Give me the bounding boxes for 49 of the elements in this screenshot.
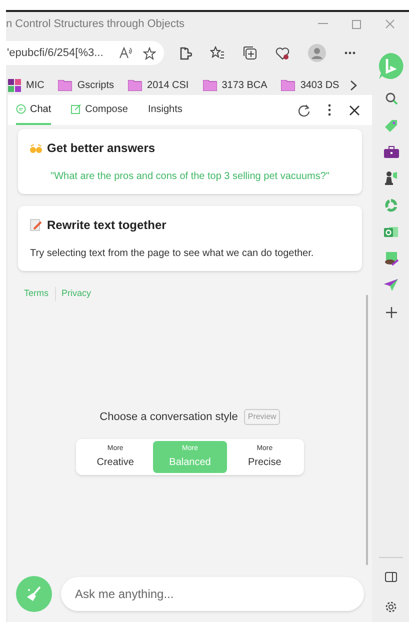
heart-icon[interactable] <box>275 46 290 60</box>
refresh-icon[interactable] <box>297 104 310 116</box>
plus-icon[interactable] <box>386 307 396 318</box>
url-text: 'epubcfi/6/254[%3... <box>7 46 104 61</box>
puzzle-icon[interactable] <box>178 46 192 60</box>
panel-tab[interactable]: Compose <box>71 95 128 125</box>
edit-icon <box>71 104 82 114</box>
broom-icon <box>25 585 43 603</box>
memo-icon <box>30 219 42 231</box>
more-icon[interactable] <box>344 51 356 55</box>
window-title: n Control Structures through Objects <box>6 16 185 32</box>
folder-icon <box>202 80 217 90</box>
chevron-right-icon[interactable] <box>350 80 357 90</box>
bookmark[interactable]: Gscripts <box>58 78 114 92</box>
bookmark[interactable]: 2014 CSI <box>128 78 189 92</box>
style-label: Choose a conversation style <box>100 410 238 424</box>
close-icon[interactable] <box>349 104 360 116</box>
apps-icon <box>8 78 21 92</box>
chess-piece-icon[interactable] <box>384 171 398 185</box>
raised-hands-icon <box>30 142 42 154</box>
panel-tab[interactable]: Chat <box>16 95 52 125</box>
folder-icon <box>281 80 296 90</box>
bookmark[interactable]: 3403 DS <box>281 78 340 92</box>
send-icon[interactable] <box>384 279 398 291</box>
bookmark[interactable]: 3173 BCA <box>202 78 268 92</box>
favorites-icon[interactable] <box>210 46 225 60</box>
chat-input[interactable]: Ask me anything... <box>61 577 364 611</box>
search-icon[interactable] <box>384 92 398 105</box>
avatar-icon[interactable] <box>308 44 326 62</box>
folder-icon <box>128 80 142 90</box>
card-title: Rewrite text together <box>47 217 166 234</box>
address-field[interactable]: 'epubcfi/6/254[%3... <box>6 41 164 65</box>
star-icon[interactable] <box>143 46 156 60</box>
more-vertical-icon[interactable] <box>328 104 331 116</box>
card-title: Get better answers <box>47 140 156 157</box>
bookmark[interactable]: MIC <box>8 78 44 92</box>
read-aloud-icon[interactable] <box>119 47 133 59</box>
outlook-icon[interactable] <box>384 225 398 239</box>
image-edit-icon[interactable] <box>384 252 398 266</box>
preview-badge: Preview <box>244 408 280 425</box>
collections-icon[interactable] <box>243 46 257 60</box>
sidebar-toggle-icon[interactable] <box>385 572 397 582</box>
settings-icon[interactable] <box>384 600 398 614</box>
folder-icon <box>58 80 72 90</box>
chat-bubble-icon <box>16 104 26 114</box>
card-text: Try selecting text from the page to see what we can do together. <box>30 247 315 261</box>
panel-tab[interactable]: Insights <box>148 95 182 125</box>
briefcase-icon[interactable] <box>384 146 398 158</box>
tag-icon[interactable] <box>384 119 398 133</box>
